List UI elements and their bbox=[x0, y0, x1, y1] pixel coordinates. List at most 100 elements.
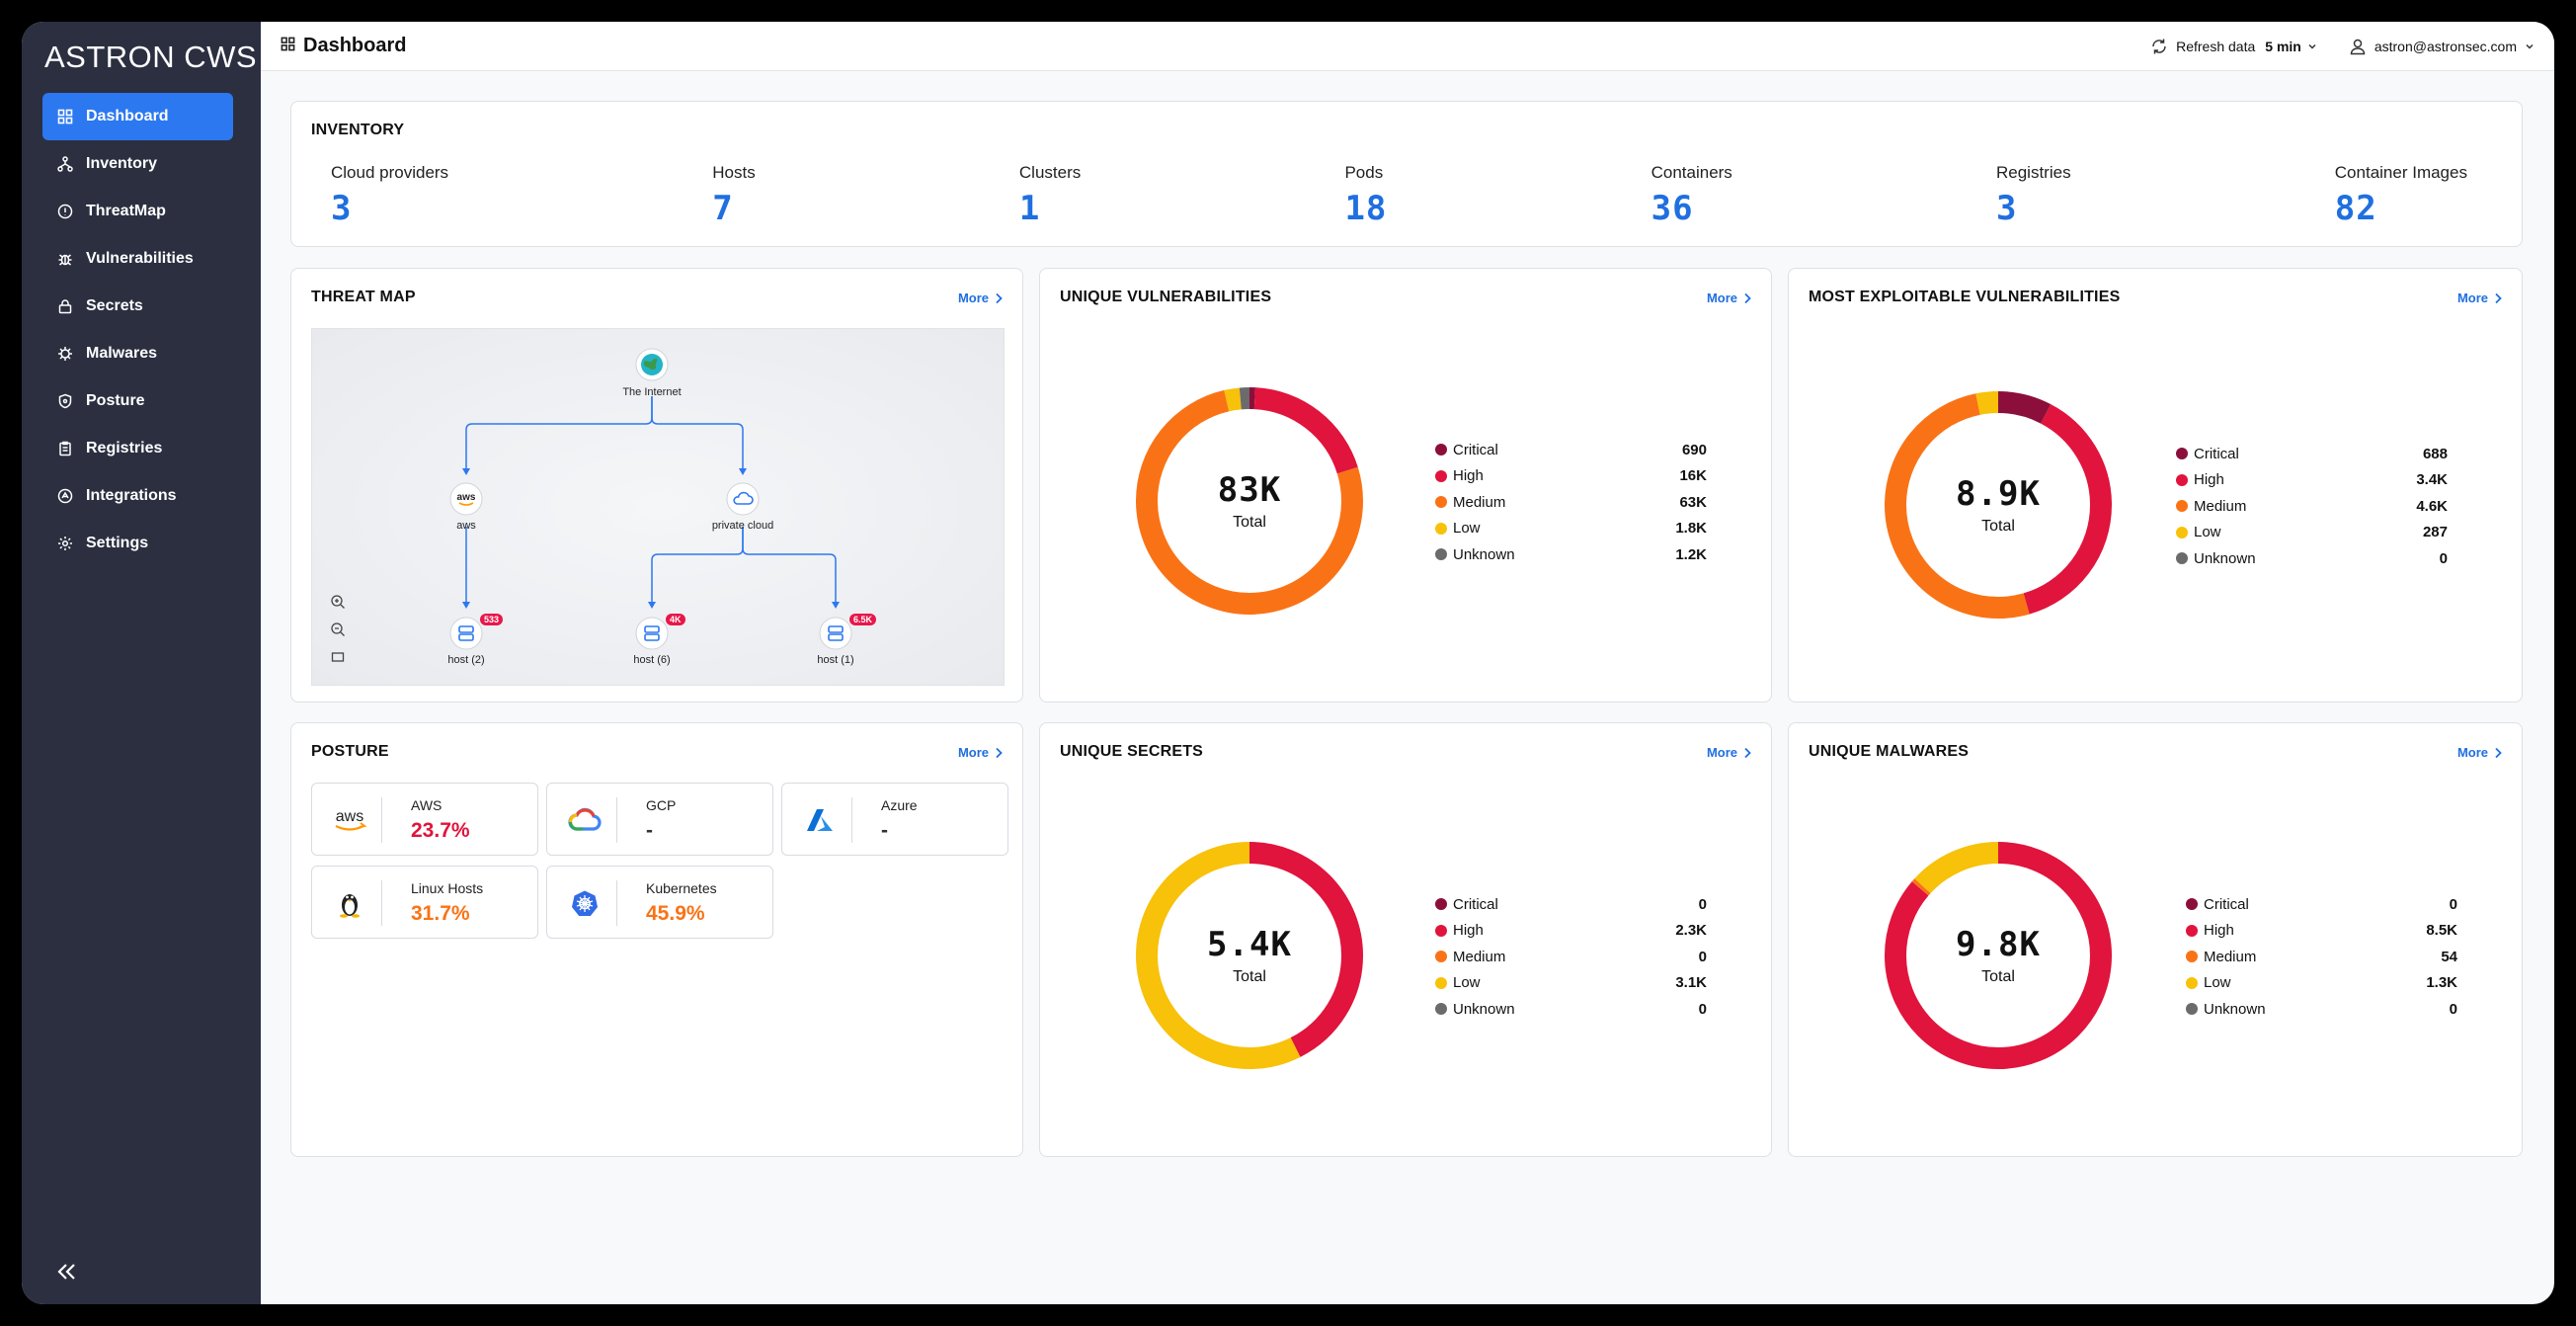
legend-swatch bbox=[1435, 976, 1447, 989]
legend-item-low[interactable]: Low 1.8K bbox=[1435, 516, 1707, 542]
refresh-interval[interactable]: 5 min bbox=[2265, 39, 2301, 54]
donut-chart[interactable]: 9.8K Total bbox=[1882, 839, 2115, 1072]
more-link[interactable]: More bbox=[2457, 290, 2502, 305]
inventory-value: 7 bbox=[712, 189, 734, 228]
more-link[interactable]: More bbox=[1707, 290, 1751, 305]
sidebar-item-inventory[interactable]: Inventory bbox=[42, 140, 233, 188]
posture-item-azure[interactable]: Azure - bbox=[781, 783, 1008, 856]
posture-item-linux-hosts[interactable]: Linux Hosts 31.7% bbox=[311, 866, 538, 939]
sidebar-item-secrets[interactable]: Secrets bbox=[42, 283, 233, 330]
sidebar-item-settings[interactable]: Settings bbox=[42, 520, 233, 567]
threat-node-internet[interactable]: The Internet bbox=[603, 347, 701, 398]
legend-item-low[interactable]: Low 3.1K bbox=[1435, 970, 1707, 997]
sidebar-item-integrations[interactable]: Integrations bbox=[42, 472, 233, 520]
sidebar-item-registries[interactable]: Registries bbox=[42, 425, 233, 472]
legend-value: 16K bbox=[1679, 467, 1707, 485]
sidebar-item-label: Dashboard bbox=[86, 108, 169, 124]
sidebar-item-dashboard[interactable]: Dashboard bbox=[42, 93, 233, 140]
legend-item-low[interactable]: Low 1.3K bbox=[2186, 970, 2457, 997]
legend-label: High bbox=[2204, 922, 2234, 940]
threat-map-more-link[interactable]: More bbox=[958, 290, 1003, 305]
legend-item-medium[interactable]: Medium 54 bbox=[2186, 944, 2457, 970]
donut-chart[interactable]: 5.4K Total bbox=[1133, 839, 1366, 1072]
threat-map-canvas[interactable]: The Internet aws aws private cloud host … bbox=[311, 328, 1005, 686]
fit-view-icon[interactable] bbox=[326, 643, 350, 671]
legend-item-unknown[interactable]: Unknown 0 bbox=[1435, 996, 1707, 1023]
legend-item-high[interactable]: High 2.3K bbox=[1435, 918, 1707, 945]
donut-legend: Critical 0 High 2.3K Medium 0 Low 3.1K Unknown 0 bbox=[1435, 891, 1707, 1023]
more-label: More bbox=[1706, 290, 1737, 305]
threat-node-host-b[interactable]: host (6) 4K bbox=[603, 614, 701, 666]
node-label: host (6) bbox=[633, 654, 671, 666]
legend-item-high[interactable]: High 16K bbox=[1435, 463, 1707, 490]
posture-item-kubernetes[interactable]: Kubernetes 45.9% bbox=[546, 866, 773, 939]
donut-center: 9.8K Total bbox=[1882, 839, 2115, 1072]
threat-node-host-c[interactable]: host (1) 6.5K bbox=[786, 614, 885, 666]
posture-value: 45.9% bbox=[646, 902, 705, 925]
sidebar-item-malwares[interactable]: Malwares bbox=[42, 330, 233, 377]
more-link[interactable]: More bbox=[2457, 745, 2502, 760]
posture-item-aws[interactable]: aws AWS 23.7% bbox=[311, 783, 538, 856]
legend-item-unknown[interactable]: Unknown 0 bbox=[2186, 996, 2457, 1023]
divider bbox=[616, 880, 617, 926]
collapse-sidebar-icon[interactable] bbox=[53, 1259, 81, 1286]
legend-item-medium[interactable]: Medium 63K bbox=[1435, 489, 1707, 516]
legend-item-critical[interactable]: Critical 0 bbox=[2186, 891, 2457, 918]
threat-node-host-a[interactable]: host (2) 533 bbox=[417, 614, 516, 666]
inventory-item-clusters[interactable]: Clusters 1 bbox=[1019, 163, 1081, 228]
globe-icon bbox=[635, 348, 669, 381]
legend-swatch bbox=[2186, 976, 2198, 989]
user-menu[interactable]: astron@astronsec.com bbox=[2349, 38, 2535, 55]
legend-item-high[interactable]: High 3.4K bbox=[2176, 467, 2448, 494]
donut-chart[interactable]: 8.9K Total bbox=[1882, 388, 2115, 622]
more-label: More bbox=[957, 290, 989, 305]
threat-node-private-cloud[interactable]: private cloud bbox=[693, 481, 792, 532]
inventory-item-registries[interactable]: Registries 3 bbox=[1996, 163, 2071, 228]
threat-node-aws[interactable]: aws aws bbox=[417, 481, 516, 532]
more-label: More bbox=[957, 745, 989, 760]
inventory-item-containers[interactable]: Containers 36 bbox=[1651, 163, 1732, 228]
legend-item-unknown[interactable]: Unknown 1.2K bbox=[1435, 541, 1707, 568]
threat-count-badge: 6.5K bbox=[849, 614, 877, 625]
legend-item-medium[interactable]: Medium 0 bbox=[1435, 944, 1707, 970]
legend-item-low[interactable]: Low 287 bbox=[2176, 520, 2448, 546]
legend-label: Critical bbox=[1453, 895, 1498, 913]
legend-item-critical[interactable]: Critical 690 bbox=[1435, 437, 1707, 463]
zoom-in-icon[interactable] bbox=[326, 588, 350, 616]
user-icon bbox=[2349, 38, 2367, 55]
server-icon bbox=[635, 617, 669, 650]
inventory-item-cloud-providers[interactable]: Cloud providers 3 bbox=[331, 163, 448, 228]
legend-label: Critical bbox=[2204, 895, 2249, 913]
legend-swatch bbox=[2186, 898, 2198, 911]
card-title: UNIQUE MALWARES bbox=[1809, 743, 1970, 760]
chevron-down-icon[interactable] bbox=[2525, 41, 2535, 51]
refresh-data-control[interactable]: Refresh data 5 min bbox=[2150, 38, 2317, 55]
legend-item-unknown[interactable]: Unknown 0 bbox=[2176, 545, 2448, 572]
inventory-item-hosts[interactable]: Hosts 7 bbox=[712, 163, 755, 228]
donut-center: 83K Total bbox=[1133, 384, 1366, 618]
inventory-item-pods[interactable]: Pods 18 bbox=[1344, 163, 1387, 228]
legend-swatch bbox=[2176, 526, 2188, 539]
legend-swatch bbox=[1435, 924, 1447, 937]
legend-item-medium[interactable]: Medium 4.6K bbox=[2176, 493, 2448, 520]
legend-swatch bbox=[1435, 522, 1447, 535]
zoom-out-icon[interactable] bbox=[326, 616, 350, 643]
sidebar-item-vulnerabilities[interactable]: Vulnerabilities bbox=[42, 235, 233, 283]
legend-item-critical[interactable]: Critical 688 bbox=[2176, 441, 2448, 467]
aws-logo-text: aws bbox=[457, 492, 476, 503]
sidebar-item-label: Integrations bbox=[86, 487, 177, 504]
legend-item-high[interactable]: High 8.5K bbox=[2186, 918, 2457, 945]
inventory-item-container-images[interactable]: Container Images 82 bbox=[2335, 163, 2467, 228]
donut-chart[interactable]: 83K Total bbox=[1133, 384, 1366, 618]
legend-item-critical[interactable]: Critical 0 bbox=[1435, 891, 1707, 918]
sidebar-item-posture[interactable]: Posture bbox=[42, 377, 233, 425]
legend-swatch bbox=[2176, 500, 2188, 513]
posture-more-link[interactable]: More bbox=[958, 745, 1003, 760]
legend-swatch bbox=[1435, 444, 1447, 456]
virus-icon bbox=[56, 345, 74, 363]
more-link[interactable]: More bbox=[1707, 745, 1751, 760]
posture-item-gcp[interactable]: GCP - bbox=[546, 783, 773, 856]
sidebar-item-threatmap[interactable]: ThreatMap bbox=[42, 188, 233, 235]
kubernetes-logo-icon bbox=[565, 883, 604, 923]
chevron-down-icon[interactable] bbox=[2307, 41, 2317, 51]
